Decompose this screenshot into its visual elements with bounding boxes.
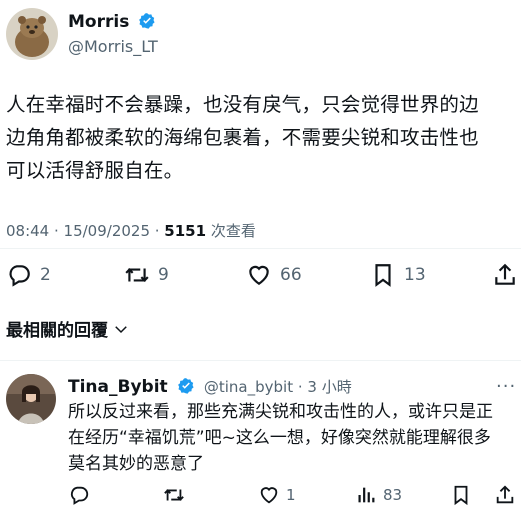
author-avatar[interactable] xyxy=(6,8,58,60)
verified-badge-icon xyxy=(177,378,194,394)
share-icon xyxy=(496,485,514,504)
reply-icon xyxy=(70,486,89,505)
repost-button[interactable]: 9 xyxy=(124,262,169,288)
reply-sort-label: 最相關的回覆 xyxy=(6,321,108,341)
repost-count: 9 xyxy=(158,265,169,285)
reply-text-line: 莫名其妙的恶意了 xyxy=(68,454,204,474)
repost-icon xyxy=(125,268,149,282)
post-timestamp[interactable]: 08:44 · 15/09/2025 · xyxy=(6,222,164,240)
reply-views-count: 83 xyxy=(383,486,403,504)
reply-button[interactable]: 2 xyxy=(6,262,51,288)
share-button[interactable] xyxy=(492,262,518,288)
like-button[interactable]: 66 xyxy=(246,262,302,288)
bookmark-count: 13 xyxy=(404,265,426,285)
like-count: 66 xyxy=(280,265,302,285)
bookmark-icon xyxy=(375,264,391,287)
reply-author-handle[interactable]: @tina_bybit · 3 小時 xyxy=(204,378,352,396)
more-options-icon[interactable]: ··· xyxy=(496,376,516,397)
reply-author-name[interactable]: Tina_Bybit xyxy=(68,377,168,397)
chevron-down-icon xyxy=(115,325,127,333)
verified-badge-icon xyxy=(139,13,155,29)
post-text-line: 边角角都被柔软的海绵包裹着，不需要尖锐和攻击性也 xyxy=(6,126,479,149)
reply-text-line: 在经历“幸福饥荒”吧~这么一想，好像突然就能理解很多 xyxy=(68,428,491,448)
reply-text-line: 所以反过来看，那些充满尖锐和攻击性的人，或许只是正 xyxy=(68,402,493,422)
post-text-line: 人在幸福时不会暴躁，也没有戾气，只会觉得世界的边 xyxy=(6,93,479,116)
analytics-icon xyxy=(358,487,375,503)
reply-header: Tina_Bybit @tina_bybit · 3 小時 xyxy=(68,376,352,397)
author-handle[interactable]: @Morris_LT xyxy=(68,37,158,56)
reply-like-count: 1 xyxy=(286,486,296,504)
post-text: 人在幸福时不会暴躁，也没有戾气，只会觉得世界的边 边角角都被柔软的海绵包裹着，不… xyxy=(6,88,521,187)
post-text-line: 可以活得舒服自在。 xyxy=(6,159,184,182)
reply-author-avatar[interactable] xyxy=(6,374,56,424)
reply-reply-button[interactable] xyxy=(68,484,90,506)
reply-repost-button[interactable] xyxy=(163,484,185,506)
share-icon xyxy=(495,263,515,285)
views-label: 次查看 xyxy=(206,222,256,240)
reply-like-button[interactable]: 1 xyxy=(258,484,296,506)
author-name-row: Morris xyxy=(68,12,156,32)
post-meta: 08:44 · 15/09/2025 · 5151 次查看 xyxy=(6,220,256,241)
heart-icon xyxy=(249,265,269,285)
reply-views-button[interactable]: 83 xyxy=(355,484,402,506)
repost-icon xyxy=(164,489,184,501)
reply-icon xyxy=(9,265,30,287)
reply-count: 2 xyxy=(40,265,51,285)
reply-text: 所以反过来看，那些充满尖锐和攻击性的人，或许只是正 在经历“幸福饥荒”吧~这么一… xyxy=(68,399,518,477)
bookmark-button[interactable]: 13 xyxy=(370,262,426,288)
author-name[interactable]: Morris xyxy=(68,12,129,32)
divider xyxy=(0,248,521,249)
reply-bookmark-button[interactable] xyxy=(450,484,472,506)
divider xyxy=(0,360,521,361)
reply-share-button[interactable] xyxy=(494,484,516,506)
views-count: 5151 xyxy=(164,222,207,240)
reply-sort-dropdown[interactable]: 最相關的回覆 xyxy=(6,316,130,341)
heart-icon xyxy=(260,487,278,504)
bookmark-icon xyxy=(454,485,468,506)
